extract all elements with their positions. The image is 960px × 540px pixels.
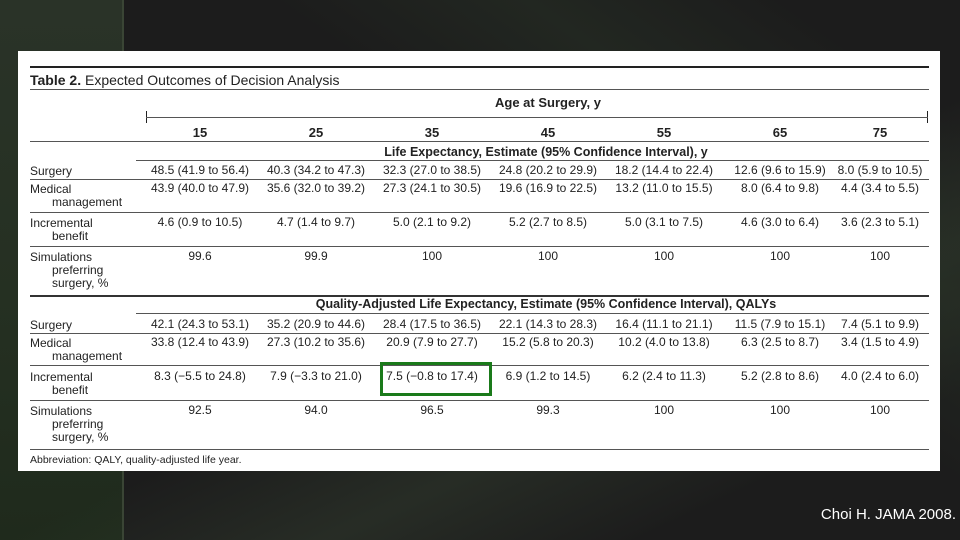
table-cell: 94.0 bbox=[304, 403, 328, 417]
table-cell: 100 bbox=[769, 403, 791, 417]
table-cell: 4.0 (2.4 to 6.0) bbox=[840, 369, 920, 383]
table-cell: 48.5 (41.9 to 56.4) bbox=[150, 163, 250, 177]
table-cell: 6.9 (1.2 to 14.5) bbox=[505, 369, 591, 383]
table-cell: 8.3 (−5.5 to 24.8) bbox=[154, 369, 246, 383]
row-label: Medical management bbox=[30, 183, 122, 209]
table-cell: 99.3 bbox=[536, 403, 560, 417]
row-label: Simulations preferring surgery, % bbox=[30, 405, 108, 444]
table-cell: 12.6 (9.6 to 15.9) bbox=[734, 163, 826, 177]
table-cell: 24.8 (20.2 to 29.9) bbox=[498, 163, 598, 177]
table-cell: 35.6 (32.0 to 39.2) bbox=[266, 181, 366, 195]
table-cell: 8.0 (5.9 to 10.5) bbox=[837, 163, 923, 177]
table-cell: 40.3 (34.2 to 47.3) bbox=[266, 163, 366, 177]
column-header-age: 55 bbox=[656, 125, 672, 140]
table-cell: 100 bbox=[421, 249, 443, 263]
row-label: Incremental benefit bbox=[30, 217, 93, 243]
column-header-age: 25 bbox=[308, 125, 324, 140]
abbreviation-note: Abbreviation: QALY, quality-adjusted lif… bbox=[30, 454, 242, 466]
table-cell: 18.2 (14.4 to 22.4) bbox=[614, 163, 714, 177]
le-section-header: Life Expectancy, Estimate (95% Confidenc… bbox=[384, 145, 708, 159]
table-cell: 99.9 bbox=[304, 249, 328, 263]
table-cell: 4.4 (3.4 to 5.5) bbox=[840, 181, 920, 195]
row-label-line: Surgery bbox=[30, 164, 73, 178]
row-label-line: benefit bbox=[52, 229, 89, 243]
table-cell: 22.1 (14.3 to 28.3) bbox=[498, 317, 598, 331]
column-header-age: 35 bbox=[424, 125, 440, 140]
table-cell: 100 bbox=[869, 249, 891, 263]
table-cell: 5.0 (3.1 to 7.5) bbox=[624, 215, 704, 229]
table-cell: 100 bbox=[537, 249, 559, 263]
row-label: Surgery bbox=[30, 165, 72, 178]
table-cell: 100 bbox=[769, 249, 791, 263]
table-cell: 43.9 (40.0 to 47.9) bbox=[150, 181, 250, 195]
title-top-rule bbox=[30, 66, 929, 68]
row-label: Medical management bbox=[30, 337, 122, 363]
table-cell: 6.2 (2.4 to 11.3) bbox=[622, 369, 706, 383]
row-label-line: benefit bbox=[52, 383, 89, 397]
le-header-rule bbox=[136, 160, 929, 161]
table-cell: 99.6 bbox=[188, 249, 212, 263]
age-header-rule bbox=[146, 117, 928, 118]
table-cell: 4.7 (1.4 to 9.7) bbox=[276, 215, 356, 229]
column-header-age: 45 bbox=[540, 125, 556, 140]
table-cell: 10.2 (4.0 to 13.8) bbox=[618, 335, 710, 349]
row-label: Incremental benefit bbox=[30, 371, 93, 397]
table-cell: 4.6 (3.0 to 6.4) bbox=[740, 215, 820, 229]
row-label: Surgery bbox=[30, 319, 72, 332]
table-cell: 96.5 bbox=[420, 403, 444, 417]
table-cell: 100 bbox=[653, 249, 675, 263]
table-cell: 100 bbox=[653, 403, 675, 417]
table-cell: 5.2 (2.7 to 8.5) bbox=[508, 215, 588, 229]
table-cell: 92.5 bbox=[188, 403, 212, 417]
table-cell: 3.4 (1.5 to 4.9) bbox=[840, 335, 920, 349]
table-cell: 4.6 (0.9 to 10.5) bbox=[157, 215, 243, 229]
citation: Choi H. JAMA 2008. bbox=[820, 506, 956, 523]
table-cell: 5.2 (2.8 to 8.6) bbox=[740, 369, 820, 383]
column-header-age: 75 bbox=[872, 125, 888, 140]
table-cell: 8.0 (6.4 to 9.8) bbox=[740, 181, 820, 195]
table-cell: 42.1 (24.3 to 53.1) bbox=[150, 317, 250, 331]
table-cell: 16.4 (11.1 to 21.1) bbox=[615, 317, 713, 331]
column-header-age: 15 bbox=[192, 125, 208, 140]
column-header-age: 65 bbox=[772, 125, 788, 140]
title-bottom-rule bbox=[30, 89, 929, 90]
row-rule bbox=[30, 400, 929, 401]
row-label: Simulations preferring surgery, % bbox=[30, 251, 108, 290]
table-cell: 3.6 (2.3 to 5.1) bbox=[840, 215, 920, 229]
qaly-header-rule bbox=[136, 313, 929, 314]
table-cell: 27.3 (10.2 to 35.6) bbox=[266, 335, 366, 349]
table-cell: 28.4 (17.5 to 36.5) bbox=[382, 317, 482, 331]
table-cell: 7.4 (5.1 to 9.9) bbox=[840, 317, 920, 331]
table-cell: 11.5 (7.9 to 15.1) bbox=[734, 317, 826, 331]
table-cell: 35.2 (20.9 to 44.6) bbox=[266, 317, 366, 331]
table-cell: 19.6 (16.9 to 22.5) bbox=[498, 181, 598, 195]
row-label-line: management bbox=[52, 195, 123, 209]
table-cell: 5.0 (2.1 to 9.2) bbox=[392, 215, 472, 229]
table-sheet: Table 2. Expected Outcomes of Decision A… bbox=[18, 51, 940, 471]
row-rule bbox=[30, 246, 929, 247]
table-cell: 27.3 (24.1 to 30.5) bbox=[382, 181, 482, 195]
age-header: Age at Surgery, y bbox=[495, 95, 601, 110]
highlight-box bbox=[380, 362, 492, 396]
table-title: Table 2. Expected Outcomes of Decision A… bbox=[30, 72, 340, 88]
table-cell: 33.8 (12.4 to 43.9) bbox=[150, 335, 250, 349]
table-cell: 32.3 (27.0 to 38.5) bbox=[382, 163, 482, 177]
row-rule bbox=[30, 212, 929, 213]
row-label-line: surgery, % bbox=[52, 430, 109, 444]
qaly-section-header: Quality-Adjusted Life Expectancy, Estima… bbox=[315, 297, 777, 311]
colhead-rule bbox=[30, 141, 929, 142]
table-cell: 20.9 (7.9 to 27.7) bbox=[386, 335, 478, 349]
table-cell: 13.2 (11.0 to 15.5) bbox=[615, 181, 713, 195]
row-rule bbox=[30, 179, 929, 180]
table-cell: 7.9 (−3.3 to 21.0) bbox=[270, 369, 362, 383]
table-cell: 100 bbox=[869, 403, 891, 417]
table-bottom-rule bbox=[30, 449, 929, 450]
table-cell: 15.2 (5.8 to 20.3) bbox=[502, 335, 594, 349]
row-label-line: Surgery bbox=[30, 318, 73, 332]
table-cell: 6.3 (2.5 to 8.7) bbox=[740, 335, 820, 349]
row-label-line: surgery, % bbox=[52, 276, 109, 290]
row-label-line: management bbox=[52, 349, 123, 363]
row-rule bbox=[30, 333, 929, 334]
